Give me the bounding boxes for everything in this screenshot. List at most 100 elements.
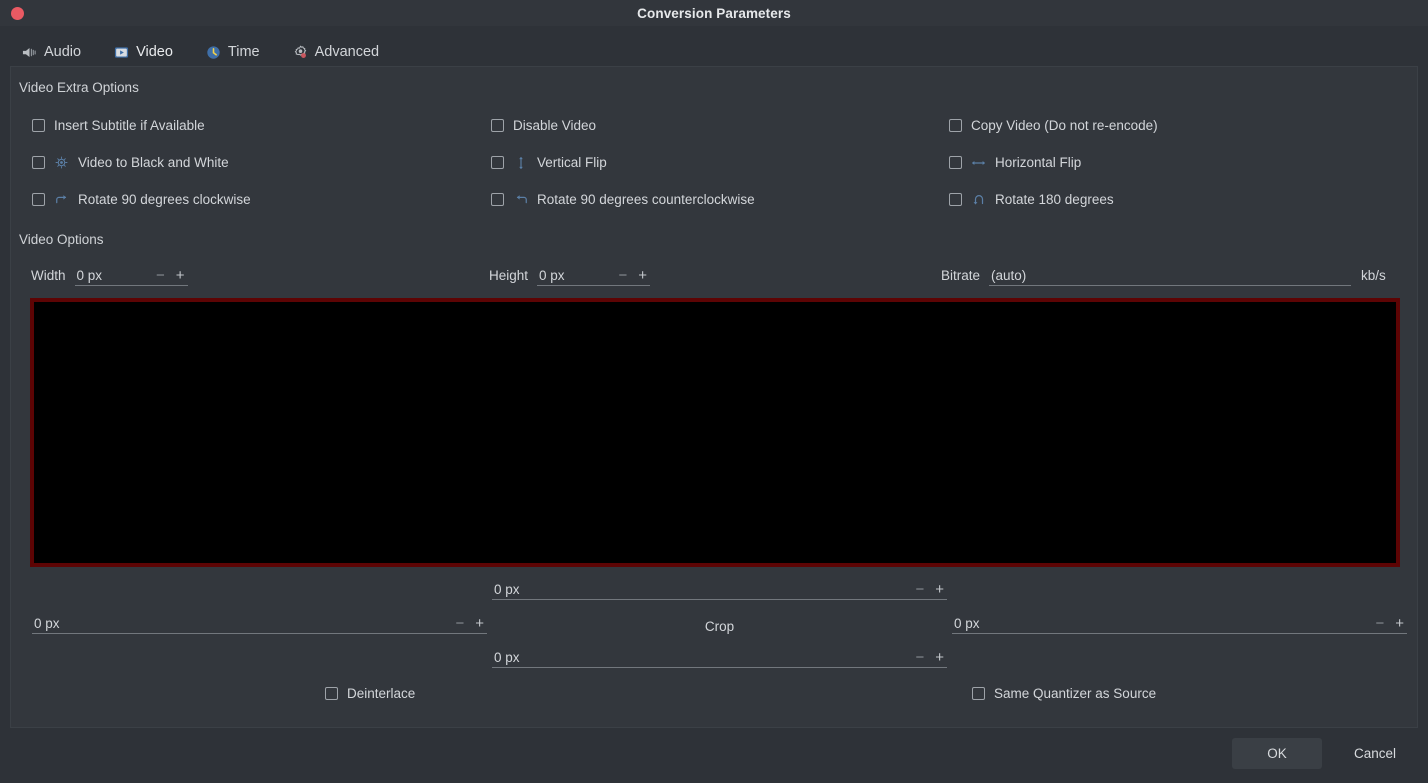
width-field-wrap: Width 0 px − + <box>31 265 188 286</box>
ok-button[interactable]: OK <box>1232 738 1322 769</box>
checkbox-rotate-90-cw[interactable]: Rotate 90 degrees clockwise <box>32 192 251 207</box>
vertical-flip-icon <box>513 155 528 170</box>
height-field-wrap: Height 0 px − + <box>489 265 651 286</box>
checkbox-vertical-flip[interactable]: Vertical Flip <box>491 155 607 170</box>
crop-right-increment-button[interactable]: + <box>1395 616 1404 631</box>
crop-left-decrement-button[interactable]: − <box>455 616 464 631</box>
crop-top-decrement-button[interactable]: − <box>915 582 924 597</box>
clock-icon <box>206 45 221 60</box>
crop-bottom-decrement-button[interactable]: − <box>915 650 924 665</box>
speaker-icon <box>22 45 37 60</box>
tabbar: Audio Video Time Advanced <box>0 26 1428 68</box>
checkbox-rotate-90-ccw[interactable]: Rotate 90 degrees counterclockwise <box>491 192 755 207</box>
crop-top-spinner[interactable]: 0 px − + <box>492 579 947 600</box>
bitrate-label: Bitrate <box>941 268 981 283</box>
checkbox-box[interactable] <box>972 687 985 700</box>
rotate-180-icon <box>971 192 986 207</box>
crop-top-increment-button[interactable]: + <box>935 582 944 597</box>
bitrate-unit-label: kb/s <box>1361 268 1386 283</box>
tab-time-label: Time <box>227 44 260 60</box>
video-monitor-icon <box>114 45 129 60</box>
checkbox-video-black-and-white[interactable]: Video to Black and White <box>32 155 229 170</box>
height-label: Height <box>489 268 529 283</box>
checkbox-box[interactable] <box>949 156 962 169</box>
checkbox-deinterlace[interactable]: Deinterlace <box>325 686 415 701</box>
width-spinner[interactable]: 0 px − + <box>74 265 188 286</box>
width-label: Width <box>31 268 66 283</box>
crop-right-decrement-button[interactable]: − <box>1375 616 1384 631</box>
crop-right-spinner[interactable]: 0 px − + <box>952 613 1407 634</box>
width-increment-button[interactable]: + <box>176 268 185 283</box>
cancel-button[interactable]: Cancel <box>1332 738 1418 769</box>
checkbox-box[interactable] <box>491 193 504 206</box>
video-options-group-label: Video Options <box>19 232 104 247</box>
checkbox-label: Deinterlace <box>347 686 416 701</box>
tab-video[interactable]: Video <box>106 44 181 68</box>
checkbox-box[interactable] <box>949 193 962 206</box>
checkbox-box[interactable] <box>325 687 338 700</box>
crop-left-increment-button[interactable]: + <box>475 616 484 631</box>
bitrate-field-wrap: Bitrate (auto) kb/s <box>941 265 1386 286</box>
crop-bottom-spinner[interactable]: 0 px − + <box>492 647 947 668</box>
checkbox-label: Rotate 90 degrees clockwise <box>78 192 251 207</box>
checkbox-label: Disable Video <box>513 118 597 133</box>
video-settings-panel: Video Extra Options Insert Subtitle if A… <box>10 66 1418 728</box>
bitrate-input[interactable]: (auto) <box>989 268 1351 283</box>
height-spinner[interactable]: 0 px − + <box>537 265 651 286</box>
crop-bottom-input[interactable]: 0 px <box>492 650 915 665</box>
checkbox-label: Rotate 90 degrees counterclockwise <box>537 192 755 207</box>
checkbox-box[interactable] <box>491 156 504 169</box>
tab-video-label: Video <box>136 44 173 60</box>
checkbox-box[interactable] <box>32 193 45 206</box>
checkbox-same-quantizer[interactable]: Same Quantizer as Source <box>972 686 1156 701</box>
crop-top-input[interactable]: 0 px <box>492 582 915 597</box>
checkbox-label: Vertical Flip <box>537 155 607 170</box>
checkbox-label: Rotate 180 degrees <box>995 192 1114 207</box>
video-extra-options-group-label: Video Extra Options <box>19 80 139 95</box>
crop-bottom-field-wrap: 0 px − + <box>492 647 947 668</box>
window-titlebar: Conversion Parameters <box>0 0 1428 26</box>
tab-audio[interactable]: Audio <box>14 44 89 68</box>
width-decrement-button[interactable]: − <box>156 268 165 283</box>
checkbox-box[interactable] <box>491 119 504 132</box>
tab-advanced-label: Advanced <box>314 44 380 60</box>
tab-audio-label: Audio <box>44 44 82 60</box>
crop-preview[interactable] <box>30 298 1400 567</box>
checkbox-label: Insert Subtitle if Available <box>54 118 205 133</box>
bitrate-input-wrap[interactable]: (auto) <box>989 265 1352 286</box>
height-increment-button[interactable]: + <box>638 268 647 283</box>
checkbox-disable-video[interactable]: Disable Video <box>491 118 596 133</box>
checkbox-label: Video to Black and White <box>78 155 229 170</box>
rotate-cw-icon <box>54 192 69 207</box>
crop-caption: Crop <box>704 619 735 634</box>
crop-left-input[interactable]: 0 px <box>32 616 455 631</box>
window-title: Conversion Parameters <box>637 5 791 21</box>
tab-advanced[interactable]: Advanced <box>285 44 388 68</box>
checkbox-label: Horizontal Flip <box>995 155 1082 170</box>
checkbox-box[interactable] <box>949 119 962 132</box>
checkbox-label: Same Quantizer as Source <box>994 686 1157 701</box>
close-icon[interactable] <box>11 7 24 20</box>
checkbox-box[interactable] <box>32 156 45 169</box>
crop-left-spinner[interactable]: 0 px − + <box>32 613 487 634</box>
height-decrement-button[interactable]: − <box>619 268 628 283</box>
contrast-icon <box>54 155 69 170</box>
checkbox-label: Copy Video (Do not re-encode) <box>971 118 1158 133</box>
crop-left-field-wrap: 0 px − + <box>32 613 487 634</box>
checkbox-copy-video[interactable]: Copy Video (Do not re-encode) <box>949 118 1158 133</box>
checkbox-rotate-180[interactable]: Rotate 180 degrees <box>949 192 1114 207</box>
height-input[interactable]: 0 px <box>537 268 618 283</box>
crop-top-field-wrap: 0 px − + <box>492 579 947 600</box>
checkbox-insert-subtitle[interactable]: Insert Subtitle if Available <box>32 118 205 133</box>
horizontal-flip-icon <box>971 155 986 170</box>
crop-right-input[interactable]: 0 px <box>952 616 1375 631</box>
width-input[interactable]: 0 px <box>75 268 156 283</box>
tab-time[interactable]: Time <box>198 44 268 68</box>
dialog-footer <box>0 728 1428 783</box>
gear-icon <box>293 45 308 60</box>
checkbox-horizontal-flip[interactable]: Horizontal Flip <box>949 155 1081 170</box>
rotate-ccw-icon <box>513 192 528 207</box>
checkbox-box[interactable] <box>32 119 45 132</box>
crop-bottom-increment-button[interactable]: + <box>935 650 944 665</box>
crop-right-field-wrap: 0 px − + <box>952 613 1407 634</box>
